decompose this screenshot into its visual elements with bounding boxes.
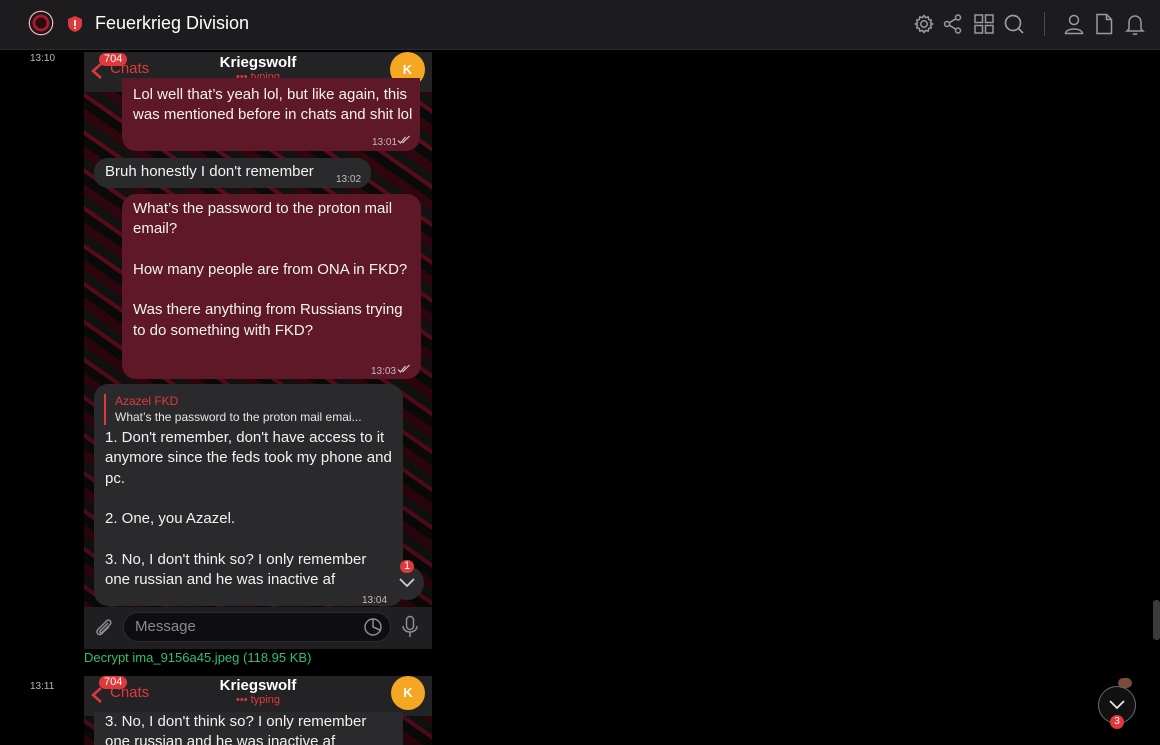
message-timestamp: 13:11 <box>30 681 55 692</box>
message-text: Lol well that’s yeah lol, but like again… <box>133 86 413 124</box>
shield-alert-icon <box>68 16 82 32</box>
message-bubble-outgoing: What’s the password to the proton mail e… <box>122 194 421 379</box>
page-scrollbar[interactable] <box>1153 600 1160 640</box>
channel-title: Feuerkrieg Division <box>95 13 250 33</box>
chevron-down-icon <box>399 578 415 588</box>
grid-icon[interactable] <box>973 13 995 35</box>
top-bar: Feuerkrieg Division <box>0 0 1160 50</box>
message-text: What’s the password to the proton mail e… <box>133 200 408 339</box>
gear-icon[interactable] <box>913 13 935 35</box>
read-checkmarks-icon <box>397 364 410 373</box>
toolbar-divider <box>1044 12 1045 36</box>
fab-badge: 3 <box>1110 715 1124 729</box>
avatar[interactable]: K <box>391 676 425 710</box>
screenshot-image[interactable]: Chats 704 Kriegswolf ••• typing K Lol we… <box>84 52 432 649</box>
search-icon[interactable] <box>1003 13 1025 35</box>
reply-author: Azazel FKD <box>115 394 179 408</box>
scroll-badge: 1 <box>400 560 415 573</box>
message-time: 13:03 <box>371 366 397 377</box>
screenshot-image[interactable]: Chats 704 Kriegswolf ••• typing K 3. No,… <box>84 676 432 745</box>
document-icon[interactable] <box>1093 13 1115 35</box>
logo-icon <box>28 10 54 36</box>
message-text: Bruh honestly I don't remember <box>105 163 314 180</box>
contact-name: Kriegswolf <box>219 677 297 694</box>
message-bubble-incoming: 3. No, I don't think so? I only remember… <box>94 712 403 745</box>
message-text: 1. Don't remember, don't have access to … <box>105 429 392 589</box>
chat-header: Chats 704 Kriegswolf ••• typing K <box>84 676 432 716</box>
message-timestamp: 13:10 <box>30 53 56 64</box>
user-icon[interactable] <box>1063 13 1085 35</box>
message-time: 13:02 <box>336 174 362 185</box>
typing-status: ••• typing <box>236 694 280 706</box>
chevron-down-icon <box>1109 700 1125 710</box>
message-bubble-outgoing: Lol well that’s yeah lol, but like again… <box>122 78 420 151</box>
message-bubble-incoming: Bruh honestly I don't remember 13:02 <box>94 158 371 188</box>
read-checkmarks-icon <box>397 135 410 144</box>
message-input[interactable]: Message <box>123 612 391 642</box>
message-bubble-incoming: Azazel FKD What’s the password to the pr… <box>94 384 403 606</box>
message-time: 13:01 <box>372 137 398 148</box>
reply-text: What’s the password to the proton mail e… <box>115 410 362 424</box>
paperclip-icon[interactable] <box>94 617 114 639</box>
message-text: 3. No, I don't think so? I only remember… <box>105 713 371 745</box>
contact-name: Kriegswolf <box>219 54 297 71</box>
microphone-icon[interactable] <box>401 615 419 639</box>
decrypt-attachment-link[interactable]: Decrypt ima_9156a45.jpeg (118.95 KB) <box>84 650 311 665</box>
message-placeholder: Message <box>135 618 196 635</box>
sticker-icon[interactable] <box>363 617 383 637</box>
message-input-bar: Message <box>84 607 432 649</box>
reply-quote[interactable]: Azazel FKD What’s the password to the pr… <box>104 394 362 425</box>
bell-icon[interactable] <box>1124 13 1146 35</box>
share-icon[interactable] <box>942 13 964 35</box>
